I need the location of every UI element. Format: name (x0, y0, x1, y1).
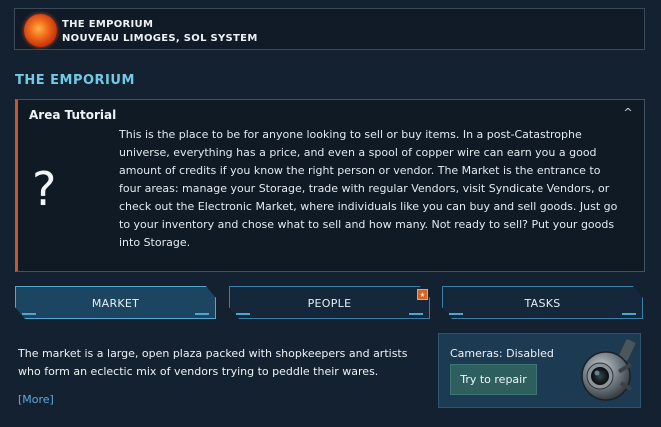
security-camera-icon (581, 339, 636, 401)
repair-button[interactable]: Try to repair (450, 364, 537, 395)
camera-panel: Cameras: Disabled Try to repair (438, 333, 641, 408)
location-title: THE EMPORIUM (62, 19, 154, 30)
location-header: THE EMPORIUM NOUVEAU LIMOGES, SOL SYSTEM (14, 8, 645, 50)
tab-market[interactable]: MARKET (15, 286, 216, 319)
more-link[interactable]: [More] (18, 393, 54, 406)
tab-tasks[interactable]: TASKS (442, 286, 643, 319)
page-title: THE EMPORIUM (15, 73, 135, 88)
tab-people[interactable]: PEOPLE (229, 286, 430, 319)
market-description: The market is a large, open plaza packed… (18, 347, 408, 378)
sun-icon (24, 14, 57, 47)
tutorial-text: This is the place to be for anyone looki… (119, 128, 618, 249)
star-icon (417, 289, 428, 300)
tab-label: PEOPLE (307, 297, 352, 310)
area-tutorial-panel: Area Tutorial ^ ? This is the place to b… (15, 99, 645, 272)
tab-label: MARKET (91, 297, 140, 310)
collapse-chevron-icon[interactable]: ^ (621, 106, 635, 120)
question-mark-icon: ? (32, 162, 57, 216)
tab-label: TASKS (524, 297, 561, 310)
tutorial-title: Area Tutorial (29, 108, 117, 122)
camera-status: Cameras: Disabled (450, 347, 554, 360)
location-subtitle: NOUVEAU LIMOGES, SOL SYSTEM (62, 33, 258, 44)
